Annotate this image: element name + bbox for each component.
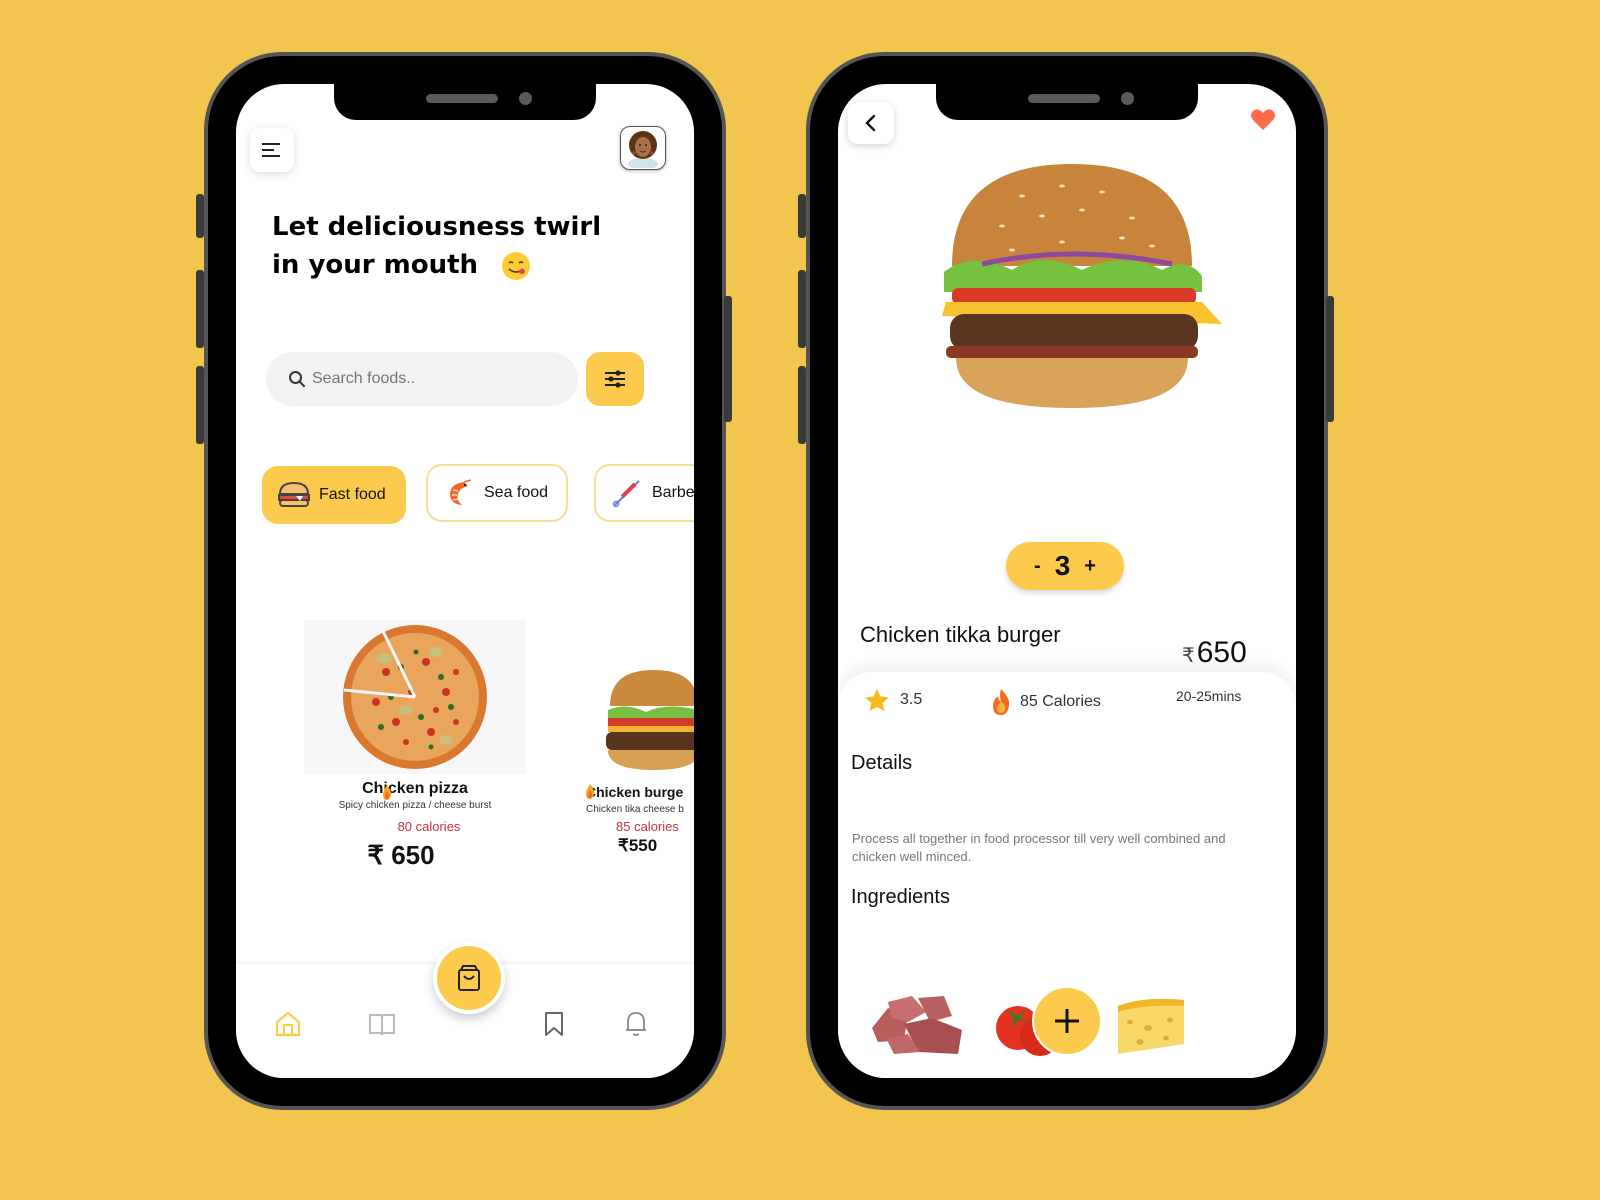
ingredient-cheese[interactable] [1114, 994, 1188, 1060]
food-description: Spicy chicken pizza / cheese burst [338, 800, 492, 811]
heart-icon [1251, 109, 1275, 130]
mute-switch [798, 194, 806, 238]
filter-button[interactable] [586, 352, 644, 406]
currency-symbol: ₹ [1182, 645, 1195, 667]
food-price: ₹ 650 [367, 840, 435, 870]
category-fast-food[interactable]: Fast food [262, 466, 406, 524]
back-button[interactable] [848, 102, 894, 144]
book-icon [369, 1014, 395, 1036]
food-name: Chicken pizza [362, 780, 468, 797]
shrimp-icon [440, 478, 478, 508]
home-icon [275, 1011, 301, 1037]
cart-button[interactable] [433, 942, 505, 1014]
food-description: Chicken tika cheese b [586, 804, 684, 815]
quantity-value: 3 [1054, 550, 1071, 581]
food-price: ₹550 [618, 836, 658, 855]
bell-icon [626, 1012, 646, 1036]
search-icon [289, 371, 305, 387]
burger-image [586, 666, 694, 774]
nav-menu[interactable] [366, 1008, 398, 1040]
power-button [724, 296, 732, 422]
power-button [1326, 296, 1334, 422]
star-icon [865, 689, 889, 711]
detail-screen: - 3 + Chicken tikka burger ₹650 3.5 85 C… [838, 84, 1296, 1078]
prep-time-value: 20-25mins [1176, 688, 1242, 704]
volume-down-button [196, 366, 204, 444]
yummy-face-emoji-icon [502, 251, 531, 280]
page-headline: Let deliciousness twirl in your mouth [272, 208, 632, 284]
category-list: Fast food Sea food Barbe [262, 464, 694, 528]
volume-up-button [798, 270, 806, 348]
add-ingredient-button[interactable] [1032, 986, 1102, 1056]
phone-detail: - 3 + Chicken tikka burger ₹650 3.5 85 C… [798, 52, 1334, 1110]
pizza-image [304, 620, 526, 774]
menu-button[interactable] [250, 128, 294, 172]
food-calories: 85 calories [616, 819, 679, 834]
volume-down-button [798, 366, 806, 444]
bookmark-icon [545, 1012, 563, 1036]
cheese-image-icon [1118, 998, 1184, 1054]
skewer-icon [608, 478, 646, 508]
rating-stat: 3.5 [864, 688, 922, 712]
nav-saved[interactable] [538, 1008, 570, 1040]
headline-text: Let deliciousness twirl in your mouth [272, 212, 602, 280]
ingredient-meat[interactable] [868, 988, 968, 1062]
hamburger-menu-icon [262, 143, 280, 157]
calories-value: 85 Calories [1020, 693, 1101, 710]
avatar-icon [628, 131, 658, 168]
notch [334, 84, 596, 120]
details-text: Process all together in food processor t… [852, 831, 1226, 864]
shopping-bag-icon [458, 965, 480, 991]
burger-hero-image [922, 146, 1222, 428]
ingredients-heading: Ingredients [851, 886, 950, 908]
category-barbecue[interactable]: Barbe [594, 464, 694, 522]
price-value: 650 [1196, 636, 1247, 669]
increase-quantity-button[interactable]: + [1084, 555, 1096, 578]
mute-switch [196, 194, 204, 238]
food-price: ₹650 [1182, 636, 1247, 670]
sliders-icon [605, 370, 625, 388]
food-title: Chicken tikka burger [860, 622, 1061, 647]
food-card-chicken-pizza[interactable]: Chicken pizza Spicy chicken pizza / chee… [304, 620, 526, 871]
calories-stat: 85 Calories [990, 688, 1101, 716]
notch [936, 84, 1198, 120]
search-input[interactable] [312, 370, 552, 388]
user-avatar[interactable] [620, 126, 666, 170]
category-label: Fast food [319, 486, 386, 503]
category-label: Barbe [652, 484, 694, 501]
food-name: Chicken burge [586, 784, 684, 800]
fire-icon [383, 785, 392, 800]
details-heading: Details [851, 752, 913, 774]
category-sea-food[interactable]: Sea food [426, 464, 568, 522]
food-calories: 80 calories [397, 819, 461, 834]
category-label: Sea food [484, 484, 549, 501]
nav-home[interactable] [272, 1008, 304, 1040]
rating-value: 3.5 [900, 691, 923, 708]
volume-up-button [196, 270, 204, 348]
fire-icon [586, 784, 595, 799]
home-screen: Let deliciousness twirl in your mouth Se… [236, 84, 694, 1078]
time-stat: 20-25mins [1176, 688, 1241, 704]
chevron-left-icon [865, 114, 876, 132]
burger-icon [275, 480, 313, 510]
plus-icon [1055, 1009, 1079, 1033]
decrease-quantity-button[interactable]: - [1034, 555, 1041, 578]
phone-home: Let deliciousness twirl in your mouth Se… [196, 52, 732, 1110]
meat-image-icon [872, 996, 962, 1054]
nav-notifications[interactable] [620, 1008, 652, 1040]
search-bar[interactable] [266, 352, 578, 406]
quantity-stepper: - 3 + [1006, 542, 1124, 590]
favorite-button[interactable] [1248, 106, 1278, 134]
fire-icon [993, 689, 1010, 715]
food-card-chicken-burger[interactable]: Chicken burge Chicken tika cheese b 85 c… [586, 666, 694, 856]
